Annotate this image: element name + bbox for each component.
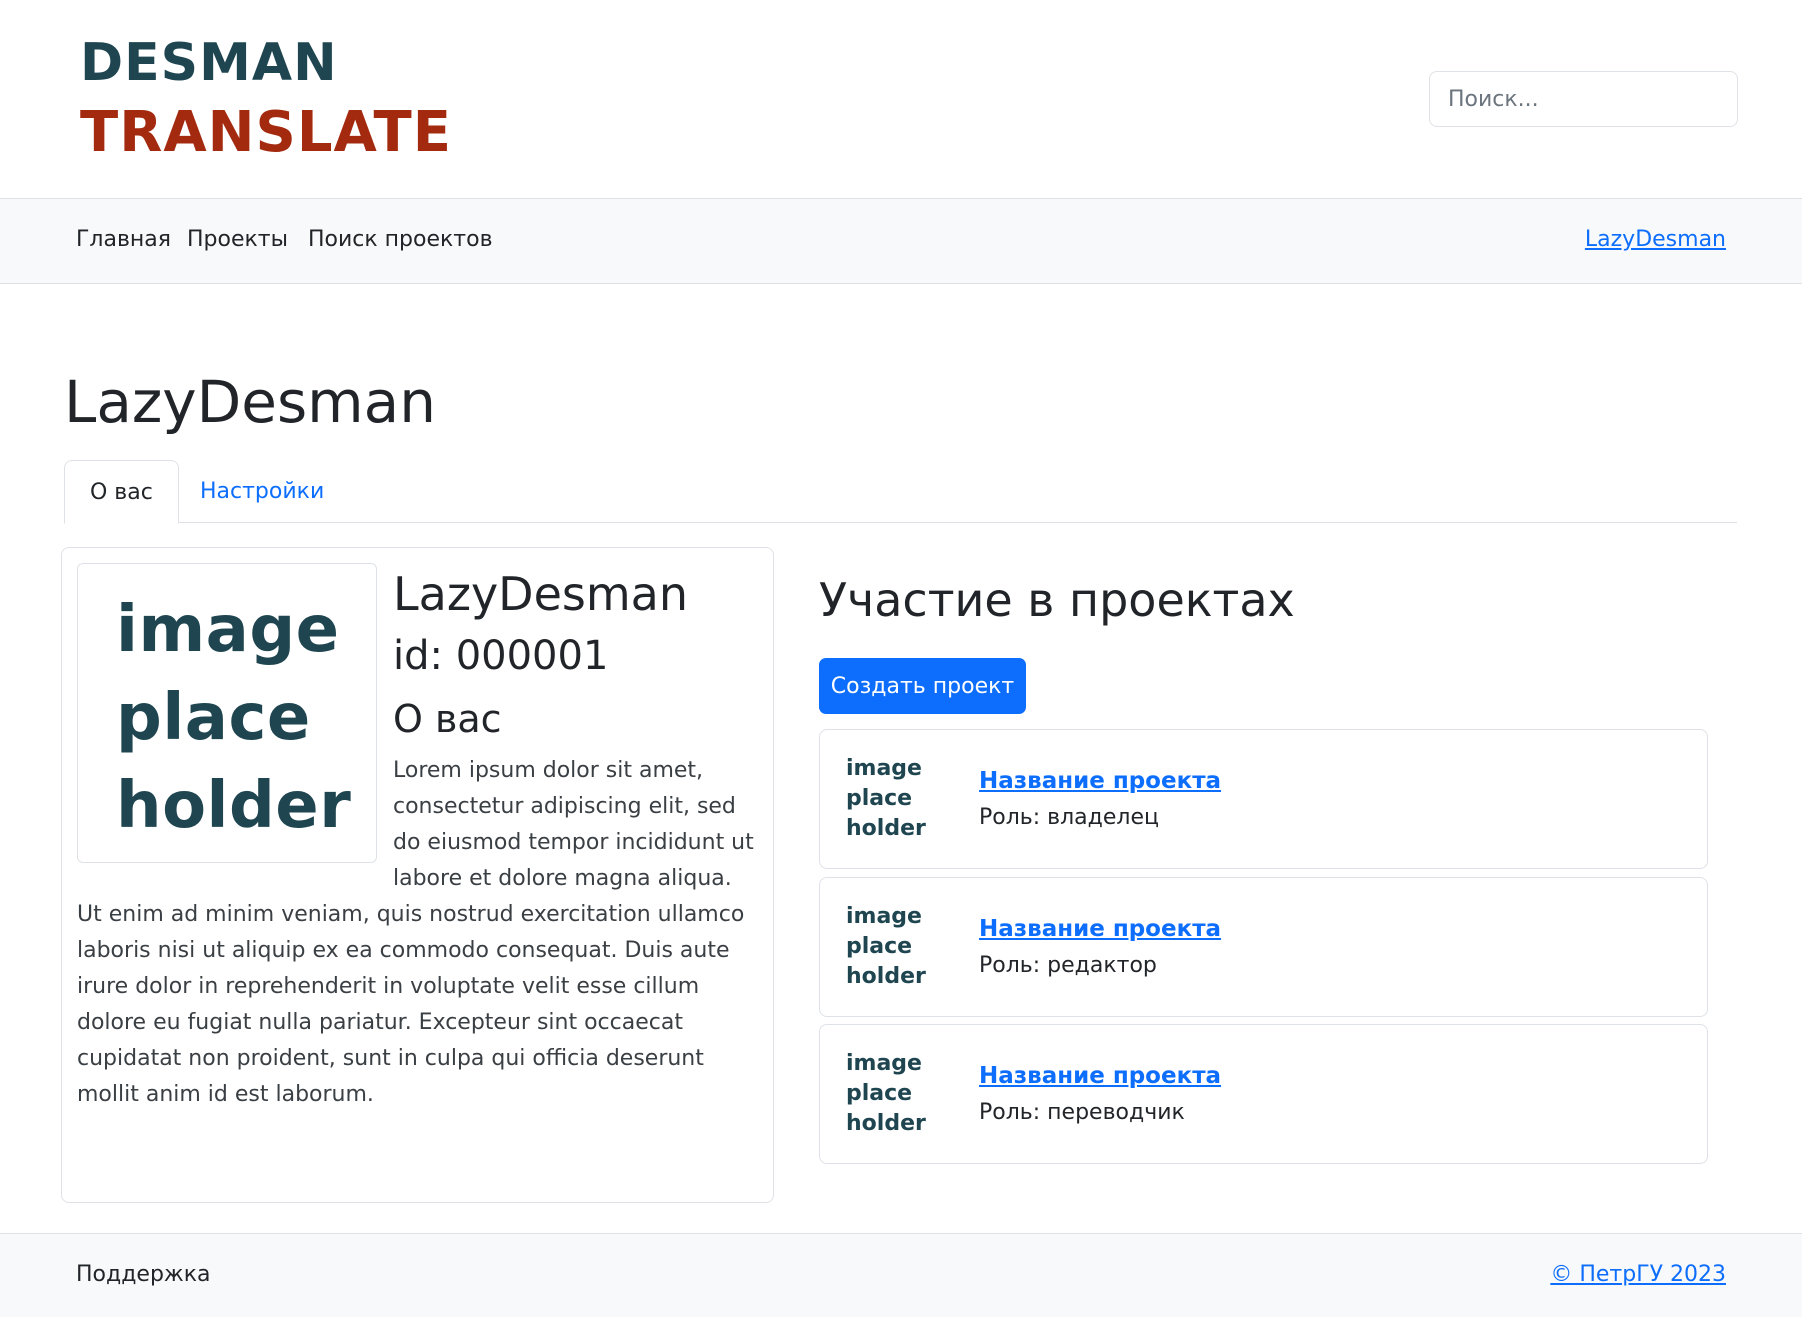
page-title: LazyDesman: [64, 368, 436, 436]
thumb-line: image: [846, 1051, 922, 1076]
footer: Поддержка © ПетрГУ 2023: [0, 1233, 1802, 1317]
nav-user-link[interactable]: LazyDesman: [1585, 227, 1726, 252]
nav-item-projects[interactable]: Проекты: [187, 227, 288, 252]
project-role: Роль: редактор: [979, 953, 1157, 978]
footer-support-link[interactable]: Поддержка: [76, 1262, 211, 1287]
search-input[interactable]: [1429, 71, 1738, 127]
navbar: Главная Проекты Поиск проектов LazyDesma…: [0, 198, 1802, 284]
tab-about[interactable]: О вас: [64, 460, 179, 524]
tabs: О вас Настройки: [64, 460, 1737, 524]
avatar-wrap-spacer: [77, 753, 393, 868]
project-name-link[interactable]: Название проекта: [979, 916, 1221, 942]
site-header: DESMAN TRANSLATE: [0, 0, 1802, 198]
thumb-line: holder: [846, 1111, 926, 1136]
avatar-placeholder-line: place: [116, 681, 311, 755]
tab-settings[interactable]: Настройки: [175, 460, 349, 523]
projects-title: Участие в проектах: [819, 573, 1295, 627]
create-project-button[interactable]: Создать проект: [819, 658, 1026, 714]
project-role: Роль: владелец: [979, 805, 1159, 830]
project-thumb-placeholder: image place holder: [846, 754, 926, 844]
project-thumb-placeholder: image place holder: [846, 902, 926, 992]
thumb-line: image: [846, 904, 922, 929]
thumb-line: holder: [846, 964, 926, 989]
thumb-line: holder: [846, 816, 926, 841]
project-card: image place holder Название проекта Роль…: [819, 877, 1708, 1017]
logo-line-1: DESMAN: [80, 33, 338, 93]
avatar-placeholder-line: image: [116, 593, 340, 667]
footer-copyright-link[interactable]: © ПетрГУ 2023: [1550, 1262, 1726, 1287]
project-card: image place holder Название проекта Роль…: [819, 729, 1708, 869]
logo[interactable]: DESMAN TRANSLATE: [80, 30, 452, 170]
thumb-line: image: [846, 756, 922, 781]
thumb-line: place: [846, 786, 913, 811]
profile-id: id: 000001: [393, 633, 609, 679]
project-card: image place holder Название проекта Роль…: [819, 1024, 1708, 1164]
thumb-line: place: [846, 1081, 913, 1106]
project-name-link[interactable]: Название проекта: [979, 768, 1221, 794]
project-thumb-placeholder: image place holder: [846, 1049, 926, 1139]
thumb-line: place: [846, 934, 913, 959]
nav-item-search-projects[interactable]: Поиск проектов: [308, 227, 493, 252]
nav-item-home[interactable]: Главная: [76, 227, 171, 252]
profile-card: image place holder LazyDesman id: 000001…: [61, 547, 774, 1203]
project-role: Роль: переводчик: [979, 1100, 1185, 1125]
about-heading: О вас: [393, 697, 502, 741]
logo-line-2: TRANSLATE: [80, 100, 452, 165]
profile-name: LazyDesman: [393, 567, 689, 621]
project-name-link[interactable]: Название проекта: [979, 1063, 1221, 1089]
about-text-block: Lorem ipsum dolor sit amet, consectetur …: [77, 753, 762, 1113]
